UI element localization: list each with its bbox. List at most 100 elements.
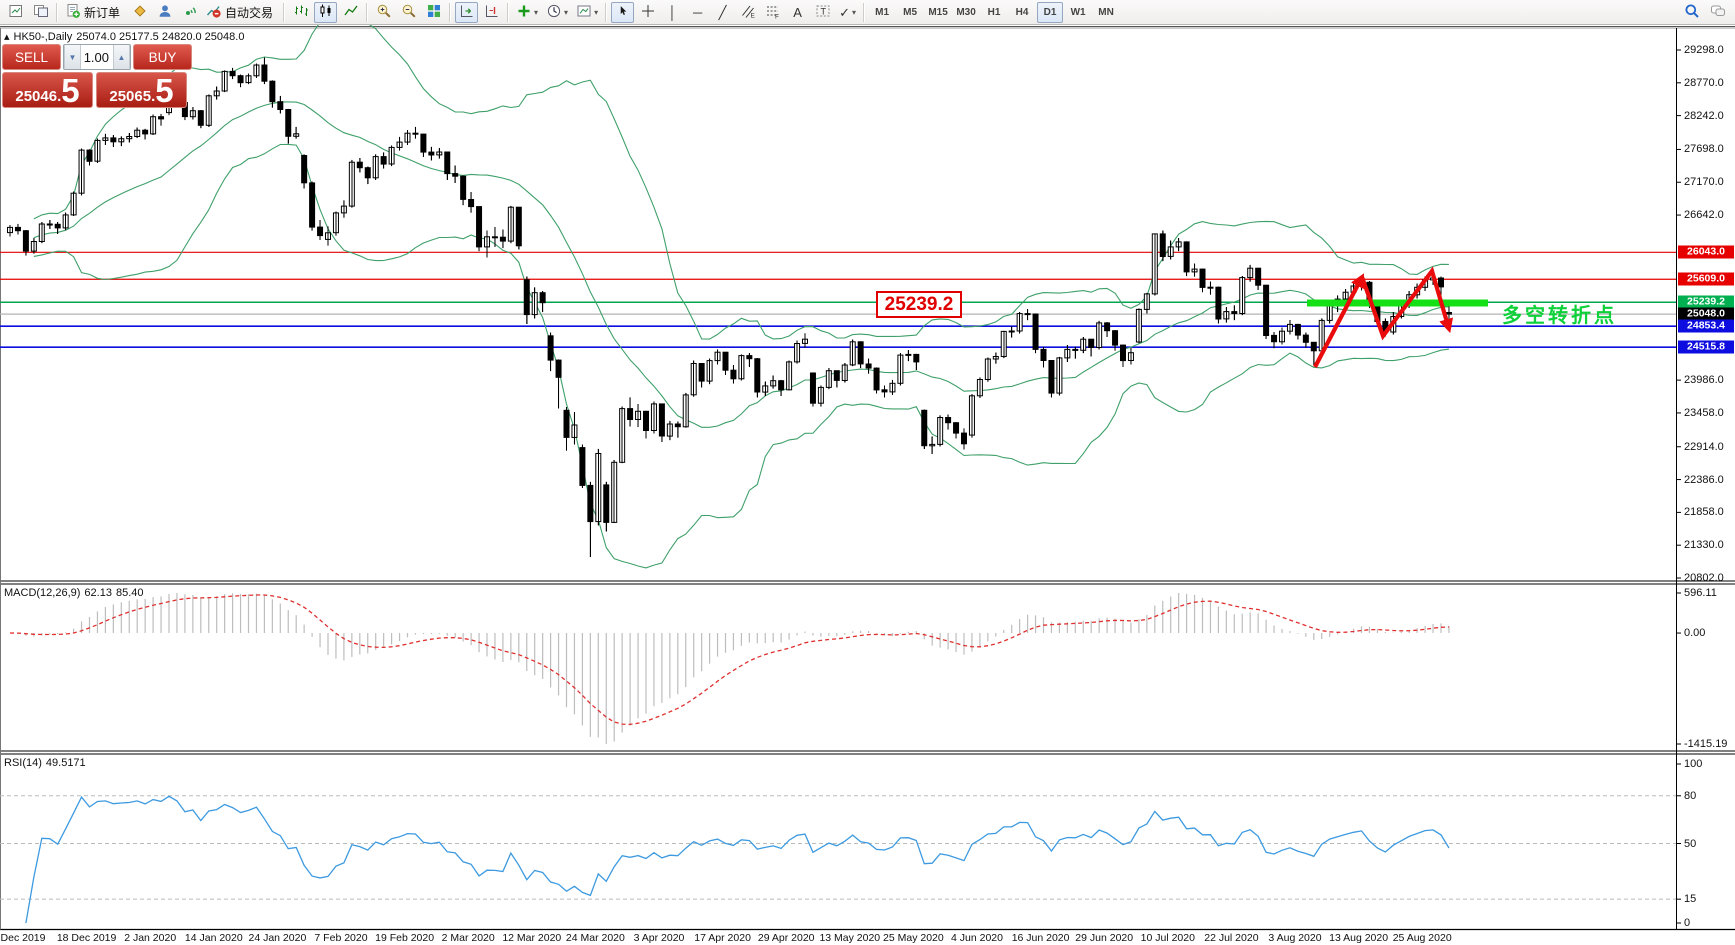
chart-line-icon [343, 3, 359, 22]
tile-windows-button[interactable] [422, 2, 445, 23]
rsi-value: 49.5171 [45, 757, 86, 769]
date-label: 4 Jun 2020 [951, 932, 1003, 944]
new-chart-button[interactable] [4, 2, 27, 23]
price-axis-label: 20802.0 [1684, 572, 1724, 584]
signals-button[interactable] [178, 2, 201, 23]
price-axis-label: 22386.0 [1684, 473, 1724, 486]
tf-button-h1[interactable]: H1 [981, 2, 1007, 23]
crosshair-button[interactable] [636, 2, 659, 23]
tf-button-mn[interactable]: MN [1093, 2, 1119, 23]
volume-decrease-button[interactable]: ▼ [64, 45, 81, 69]
new-order-icon [65, 3, 81, 22]
fibonacci-button[interactable]: F [761, 2, 784, 23]
periods-dropdown-icon[interactable]: ▾ [564, 8, 568, 17]
metaeditor-button[interactable] [128, 2, 151, 23]
search-button[interactable] [1680, 2, 1704, 23]
toolbar-separator [283, 2, 286, 22]
macd-signal-value: 85.40 [115, 587, 144, 599]
zoom-out-icon [401, 3, 417, 22]
horizontal-line-icon: ─ [692, 4, 703, 20]
tf-button-m1[interactable]: M1 [869, 2, 895, 23]
profiles-icon [33, 3, 49, 22]
crosshair-icon [640, 3, 656, 22]
price-axis-label: 28242.0 [1684, 109, 1724, 122]
chart-shift-button[interactable] [480, 2, 503, 23]
chart-bars-button[interactable] [289, 2, 312, 23]
fibonacci-icon: F [765, 3, 781, 22]
buy-button[interactable]: BUY [133, 44, 192, 70]
svg-text:T: T [820, 6, 826, 16]
sell-price[interactable]: 25046. 5 [2, 72, 93, 108]
tf-button-m15[interactable]: M15 [925, 2, 951, 23]
new-order-button[interactable]: 新订单 [62, 2, 126, 23]
auto-scroll-button[interactable] [455, 1, 479, 23]
date-label: 25 Aug 2020 [1392, 932, 1452, 944]
new-chart-icon [8, 3, 24, 22]
indicators-dropdown-icon[interactable]: ▾ [534, 8, 538, 17]
price-badge: 25609.0 [1678, 272, 1734, 286]
chart-canvas[interactable] [0, 0, 1735, 945]
toolbar-separator [449, 2, 452, 22]
date-label: 29 Apr 2020 [757, 932, 815, 944]
cursor-button[interactable] [611, 1, 635, 23]
cursor-icon [617, 3, 629, 22]
tf-button-m5[interactable]: M5 [897, 2, 923, 23]
date-label: Dec 2019 [0, 932, 46, 944]
zoom-in-button[interactable] [372, 2, 395, 23]
chat-button[interactable] [1706, 2, 1730, 23]
zoom-in-icon [376, 3, 392, 22]
signals-icon [182, 3, 198, 22]
tf-button-d1[interactable]: D1 [1037, 1, 1064, 23]
date-label: 17 Apr 2020 [694, 932, 751, 944]
date-label: 3 Apr 2020 [633, 932, 685, 944]
price-badge: 26043.0 [1678, 245, 1734, 259]
mt4-window: 新订单 自动交易 ▾ ▾ ▾ │ ─ ╱ E F A T ✓ ▾ M1 M5 M15 M30 H1 H4 D1 W1 MN … [0, 0, 1735, 945]
volume-input[interactable]: 1.00 [81, 45, 113, 69]
candles [7, 57, 1452, 558]
note-text-annotation[interactable]: 多空转折点 [1502, 299, 1617, 328]
price-axis-label: 26642.0 [1684, 209, 1724, 222]
community-button[interactable] [153, 2, 176, 23]
trendline-icon: ╱ [718, 4, 727, 20]
trendline-button[interactable]: ╱ [711, 2, 734, 23]
vertical-line-button[interactable]: │ [661, 2, 684, 23]
arrows-dropdown-icon[interactable]: ▾ [852, 8, 856, 17]
support-zone-bar[interactable] [1307, 299, 1488, 307]
buy-price[interactable]: 25065. 5 [96, 72, 187, 108]
periods-button[interactable]: ▾ [543, 2, 571, 23]
tf-button-w1[interactable]: W1 [1065, 2, 1091, 23]
price-axis-label: 21330.0 [1684, 539, 1724, 552]
templates-icon [576, 3, 592, 22]
macd-axis-label: -1415.19 [1684, 738, 1728, 750]
one-click-trading-panel: SELL ▼ 1.00 ▲ BUY 25046. 5 25065. 5 [2, 44, 192, 108]
equidistant-channel-button[interactable]: E [736, 2, 759, 23]
text-label-button[interactable]: T [811, 2, 834, 23]
toolbar-separator [366, 2, 369, 22]
profiles-button[interactable] [29, 2, 52, 23]
templates-button[interactable]: ▾ [573, 2, 601, 23]
tf-button-h4[interactable]: H4 [1009, 2, 1035, 23]
indicators-button[interactable]: ▾ [513, 2, 541, 23]
volume-increase-button[interactable]: ▲ [113, 45, 130, 69]
price-annotation-label[interactable]: 25239.2 [876, 291, 962, 318]
zoom-out-button[interactable] [397, 2, 420, 23]
ohlc-values: 25074.0 25177.5 24820.0 25048.0 [76, 31, 245, 43]
chart-candles-button[interactable] [314, 1, 338, 23]
horizontal-line-button[interactable]: ─ [686, 2, 709, 23]
chart-line-button[interactable] [339, 2, 362, 23]
sell-button[interactable]: SELL [2, 44, 61, 70]
arrows-button[interactable]: ✓ ▾ [836, 2, 859, 23]
chart-candles-icon [318, 3, 334, 22]
price-axis-label: 23458.0 [1684, 406, 1724, 419]
templates-dropdown-icon[interactable]: ▾ [594, 8, 598, 17]
date-label: 10 Jul 2020 [1140, 932, 1195, 944]
collapse-icon[interactable]: ▴ [4, 31, 10, 43]
date-label: 24 Jan 2020 [248, 932, 307, 944]
tf-button-m30[interactable]: M30 [953, 2, 979, 23]
text-button[interactable]: A [786, 2, 809, 23]
toolbar-separator [507, 2, 510, 22]
date-label: 16 Jun 2020 [1011, 932, 1070, 944]
autotrading-button[interactable]: 自动交易 [203, 2, 279, 23]
price-badge: 25048.0 [1678, 307, 1734, 321]
date-label: 3 Aug 2020 [1268, 932, 1322, 944]
